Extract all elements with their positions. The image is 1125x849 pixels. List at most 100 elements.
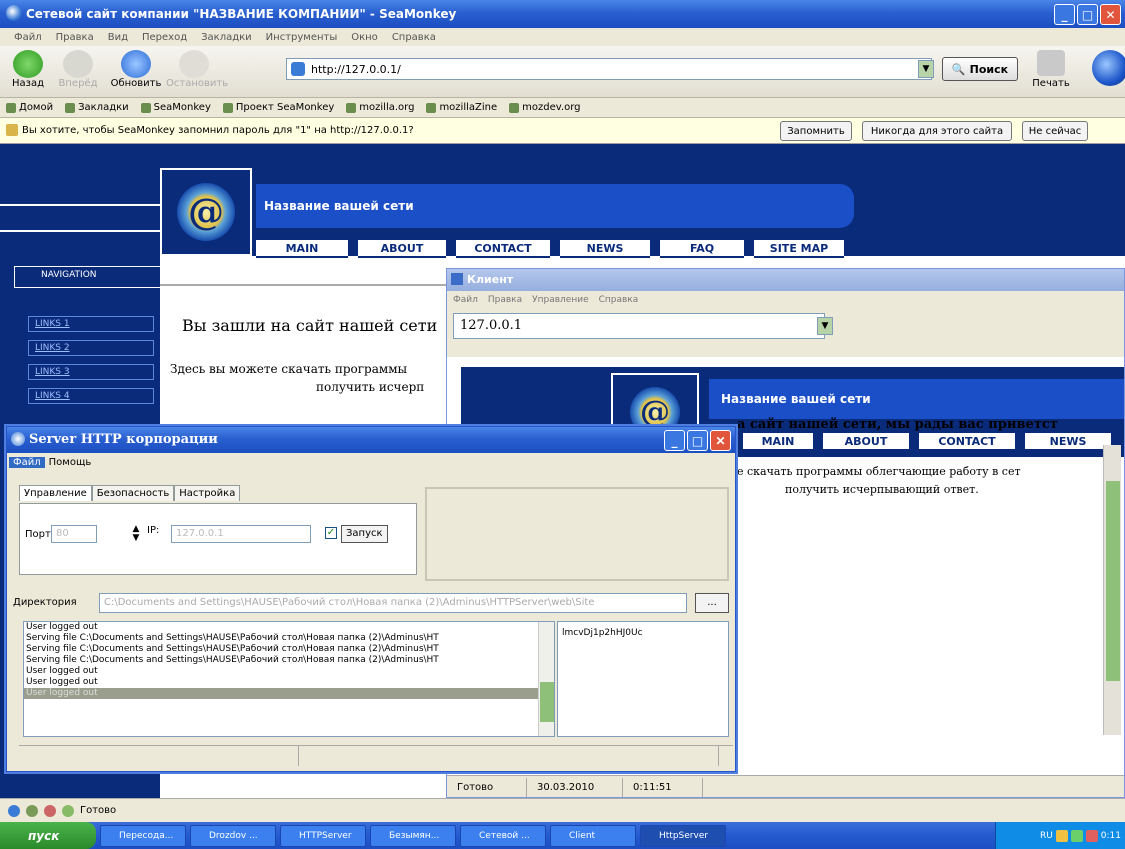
server-menu-file[interactable]: Файл — [9, 456, 45, 468]
bookmark-seamonkey[interactable]: SeaMonkey — [140, 102, 211, 113]
start-menu-button[interactable]: пуск — [0, 822, 96, 849]
task-button[interactable]: HTTPServer — [280, 824, 366, 847]
client-menu-control[interactable]: Управление — [532, 295, 588, 305]
menu-help[interactable]: Справка — [392, 32, 436, 43]
browse-button[interactable]: ... — [695, 593, 729, 613]
client-tab-news[interactable]: NEWS — [1025, 433, 1111, 451]
log-entry[interactable]: User logged out — [24, 666, 554, 677]
site-title: Название вашей сети — [256, 184, 854, 228]
tray-icon[interactable] — [1070, 829, 1083, 842]
port-spinner[interactable]: ▲ ▼ — [129, 525, 143, 543]
stop-button[interactable]: Остановить — [166, 50, 228, 89]
tab-news[interactable]: NEWS — [560, 240, 650, 258]
tab-main[interactable]: MAIN — [256, 240, 348, 258]
directory-field[interactable]: C:\Documents and Settings\HAUSE\Рабочий … — [99, 593, 687, 613]
task-button[interactable]: Пересода... — [100, 824, 186, 847]
menu-window[interactable]: Окно — [351, 32, 378, 43]
description-line-1: Здесь вы можете скачать программы — [170, 362, 408, 376]
client-menu-help[interactable]: Справка — [599, 295, 639, 305]
bookmark-bookmarks[interactable]: Закладки — [65, 102, 129, 113]
tray-icon[interactable] — [1055, 829, 1068, 842]
log-entry-selected[interactable]: User logged out — [24, 688, 554, 699]
client-menu-file[interactable]: Файл — [453, 295, 478, 305]
tab-settings[interactable]: Настройка — [174, 485, 241, 501]
client-tab-contact[interactable]: CONTACT — [919, 433, 1015, 451]
bookmark-mozdev[interactable]: mozdev.org — [509, 102, 580, 113]
scroll-thumb[interactable] — [540, 682, 554, 722]
menu-file[interactable]: Файл — [14, 32, 42, 43]
session-list[interactable]: lmcvDj1p2hHJ0Uc — [557, 621, 729, 737]
tray-icon[interactable] — [1085, 829, 1098, 842]
tab-faq[interactable]: FAQ — [660, 240, 744, 258]
task-button-active[interactable]: HttpServer — [640, 824, 726, 847]
tab-contact[interactable]: CONTACT — [456, 240, 550, 258]
task-button[interactable]: Client — [550, 824, 636, 847]
server-maximize-button[interactable]: □ — [687, 430, 708, 451]
forward-button[interactable]: Вперёд — [56, 50, 100, 89]
sidebar-link-2[interactable]: LINKS 2 — [28, 340, 154, 356]
client-tab-about[interactable]: ABOUT — [823, 433, 909, 451]
bookmark-mozillazine[interactable]: mozillaZine — [426, 102, 497, 113]
status-pane — [299, 746, 719, 766]
tab-control[interactable]: Управление — [19, 485, 92, 501]
menu-go[interactable]: Переход — [142, 32, 187, 43]
server-minimize-button[interactable]: _ — [664, 430, 685, 451]
remember-button[interactable]: Запомнить — [780, 121, 852, 141]
task-button[interactable]: Безымян... — [370, 824, 456, 847]
log-entry[interactable]: User logged out — [24, 677, 554, 688]
client-status-time: 0:11:51 — [623, 777, 703, 797]
client-tab-main[interactable]: MAIN — [743, 433, 813, 451]
server-log-list[interactable]: User logged out Serving file C:\Document… — [23, 621, 555, 737]
print-button[interactable]: Печать — [1022, 48, 1080, 96]
chat-icon[interactable] — [62, 804, 74, 817]
session-entry[interactable]: lmcvDj1p2hHJ0Uc — [562, 628, 643, 638]
client-address-field[interactable]: 127.0.0.1 — [453, 313, 825, 339]
url-field[interactable]: http://127.0.0.1/ — [286, 58, 932, 80]
scroll-thumb[interactable] — [1106, 481, 1120, 681]
log-entry[interactable]: Serving file C:\Documents and Settings\H… — [24, 655, 554, 666]
start-checkbox[interactable]: ✓ — [325, 527, 337, 539]
never-button[interactable]: Никогда для этого сайта — [862, 121, 1012, 141]
log-scrollbar[interactable] — [538, 622, 554, 736]
bookmark-project[interactable]: Проект SeaMonkey — [222, 102, 334, 113]
composer-icon[interactable] — [44, 804, 56, 817]
server-close-button[interactable]: ✕ — [710, 430, 731, 451]
task-button[interactable]: Сетевой ... — [460, 824, 546, 847]
sidebar-link-3[interactable]: LINKS 3 — [28, 364, 154, 380]
reload-button[interactable]: Обновить — [108, 50, 164, 89]
taskbar: пуск Пересода... Drozdov ... HTTPServer … — [0, 822, 1125, 849]
log-entry[interactable]: User logged out — [24, 622, 554, 633]
task-button[interactable]: Drozdov ... — [190, 824, 276, 847]
menu-view[interactable]: Вид — [108, 32, 128, 43]
ip-field[interactable]: 127.0.0.1 — [171, 525, 311, 543]
mail-icon[interactable] — [26, 804, 38, 817]
minimize-button[interactable]: _ — [1054, 4, 1075, 25]
client-menu-edit[interactable]: Правка — [488, 295, 522, 305]
menu-bookmarks[interactable]: Закладки — [201, 32, 252, 43]
server-menu-help[interactable]: Помощь — [49, 457, 92, 468]
sidebar-link-4[interactable]: LINKS 4 — [28, 388, 154, 404]
port-label: Порт: — [25, 529, 55, 540]
bookmark-home[interactable]: Домой — [6, 102, 53, 113]
client-address-dropdown[interactable]: ▼ — [817, 317, 833, 335]
menu-edit[interactable]: Правка — [56, 32, 94, 43]
tab-about[interactable]: ABOUT — [358, 240, 446, 258]
bookmark-mozilla[interactable]: mozilla.org — [346, 102, 414, 113]
language-indicator[interactable]: RU — [1040, 831, 1053, 841]
search-button[interactable]: 🔍 Поиск — [942, 57, 1018, 81]
tab-site-map[interactable]: SITE MAP — [754, 240, 844, 258]
url-dropdown-button[interactable]: ▼ — [918, 60, 934, 78]
status-pane — [19, 746, 299, 766]
menu-tools[interactable]: Инструменты — [266, 32, 338, 43]
sidebar-link-1[interactable]: LINKS 1 — [28, 316, 154, 332]
port-field[interactable]: 80 — [51, 525, 97, 543]
client-vertical-scrollbar[interactable] — [1103, 445, 1121, 735]
back-button[interactable]: Назад — [6, 50, 50, 89]
tab-security[interactable]: Безопасность — [91, 485, 175, 501]
close-button[interactable]: ✕ — [1100, 4, 1121, 25]
not-now-button[interactable]: Не сейчас — [1022, 121, 1088, 141]
log-entry[interactable]: Serving file C:\Documents and Settings\H… — [24, 644, 554, 655]
maximize-button[interactable]: □ — [1077, 4, 1098, 25]
start-button[interactable]: Запуск — [341, 525, 388, 543]
log-entry[interactable]: Serving file C:\Documents and Settings\H… — [24, 633, 554, 644]
